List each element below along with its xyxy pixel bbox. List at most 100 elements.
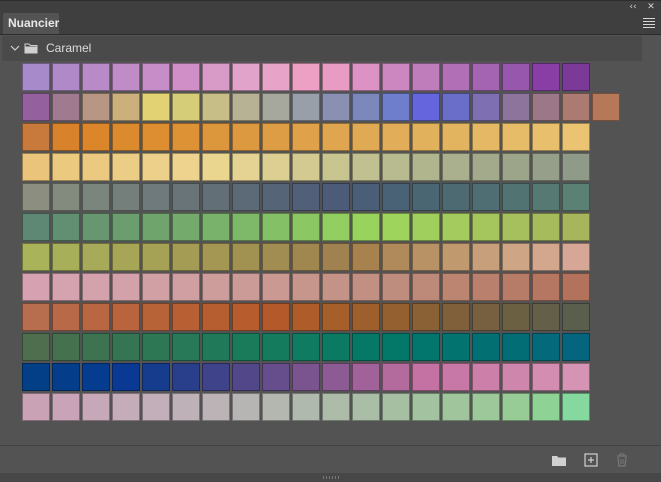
- color-swatch[interactable]: [232, 93, 260, 121]
- color-swatch[interactable]: [22, 93, 50, 121]
- color-swatch[interactable]: [442, 93, 470, 121]
- color-swatch[interactable]: [262, 213, 290, 241]
- color-swatch[interactable]: [322, 243, 350, 271]
- color-swatch[interactable]: [142, 63, 170, 91]
- color-swatch[interactable]: [112, 153, 140, 181]
- color-swatch[interactable]: [322, 153, 350, 181]
- color-swatch[interactable]: [412, 393, 440, 421]
- color-swatch[interactable]: [352, 213, 380, 241]
- resize-grip-icon[interactable]: [321, 474, 341, 480]
- color-swatch[interactable]: [382, 183, 410, 211]
- color-swatch[interactable]: [232, 363, 260, 391]
- color-swatch[interactable]: [502, 123, 530, 151]
- color-swatch[interactable]: [352, 333, 380, 361]
- color-swatch[interactable]: [292, 363, 320, 391]
- color-swatch[interactable]: [292, 393, 320, 421]
- color-swatch[interactable]: [112, 213, 140, 241]
- color-swatch[interactable]: [22, 153, 50, 181]
- color-swatch[interactable]: [442, 303, 470, 331]
- color-swatch[interactable]: [592, 93, 620, 121]
- color-swatch[interactable]: [412, 333, 440, 361]
- color-swatch[interactable]: [502, 93, 530, 121]
- color-swatch[interactable]: [22, 123, 50, 151]
- color-swatch[interactable]: [172, 183, 200, 211]
- color-swatch[interactable]: [352, 243, 380, 271]
- color-swatch[interactable]: [502, 63, 530, 91]
- double-chevron-left-icon[interactable]: ‹‹: [627, 1, 639, 13]
- color-swatch[interactable]: [172, 393, 200, 421]
- color-swatch[interactable]: [202, 363, 230, 391]
- color-swatch[interactable]: [142, 333, 170, 361]
- color-swatch[interactable]: [22, 333, 50, 361]
- color-swatch[interactable]: [202, 93, 230, 121]
- color-swatch[interactable]: [442, 153, 470, 181]
- color-swatch[interactable]: [472, 63, 500, 91]
- color-swatch[interactable]: [442, 393, 470, 421]
- color-swatch[interactable]: [352, 273, 380, 301]
- color-swatch[interactable]: [82, 63, 110, 91]
- color-swatch[interactable]: [142, 393, 170, 421]
- color-swatch[interactable]: [262, 243, 290, 271]
- color-swatch[interactable]: [52, 393, 80, 421]
- color-swatch[interactable]: [172, 123, 200, 151]
- color-swatch[interactable]: [562, 273, 590, 301]
- color-swatch[interactable]: [142, 123, 170, 151]
- color-swatch[interactable]: [562, 123, 590, 151]
- color-swatch[interactable]: [292, 333, 320, 361]
- color-swatch[interactable]: [532, 123, 560, 151]
- color-swatch[interactable]: [352, 123, 380, 151]
- add-square-icon[interactable]: [583, 452, 599, 468]
- color-swatch[interactable]: [532, 213, 560, 241]
- color-swatch[interactable]: [82, 363, 110, 391]
- color-swatch[interactable]: [82, 303, 110, 331]
- color-swatch[interactable]: [502, 303, 530, 331]
- color-swatch[interactable]: [532, 333, 560, 361]
- color-swatch[interactable]: [382, 303, 410, 331]
- color-swatch[interactable]: [502, 183, 530, 211]
- color-swatch[interactable]: [202, 183, 230, 211]
- color-swatch[interactable]: [562, 393, 590, 421]
- color-swatch[interactable]: [202, 333, 230, 361]
- color-swatch[interactable]: [52, 153, 80, 181]
- color-swatch[interactable]: [82, 153, 110, 181]
- color-swatch[interactable]: [352, 63, 380, 91]
- color-swatch[interactable]: [82, 243, 110, 271]
- color-swatch[interactable]: [292, 213, 320, 241]
- color-swatch[interactable]: [412, 183, 440, 211]
- chevron-down-icon[interactable]: [9, 42, 21, 54]
- color-swatch[interactable]: [22, 183, 50, 211]
- color-swatch[interactable]: [232, 393, 260, 421]
- color-swatch[interactable]: [172, 213, 200, 241]
- color-swatch[interactable]: [532, 153, 560, 181]
- color-swatch[interactable]: [562, 63, 590, 91]
- color-swatch[interactable]: [172, 243, 200, 271]
- color-swatch[interactable]: [232, 153, 260, 181]
- color-swatch[interactable]: [142, 93, 170, 121]
- color-swatch[interactable]: [22, 63, 50, 91]
- color-swatch[interactable]: [82, 123, 110, 151]
- color-swatch[interactable]: [232, 243, 260, 271]
- color-swatch[interactable]: [172, 333, 200, 361]
- color-swatch[interactable]: [292, 273, 320, 301]
- color-swatch[interactable]: [262, 273, 290, 301]
- color-swatch[interactable]: [382, 63, 410, 91]
- color-swatch[interactable]: [232, 63, 260, 91]
- color-swatch[interactable]: [382, 393, 410, 421]
- color-swatch[interactable]: [52, 123, 80, 151]
- color-swatch[interactable]: [322, 183, 350, 211]
- color-swatch[interactable]: [232, 273, 260, 301]
- color-swatch[interactable]: [82, 183, 110, 211]
- color-swatch[interactable]: [142, 363, 170, 391]
- color-swatch[interactable]: [262, 63, 290, 91]
- color-swatch[interactable]: [112, 123, 140, 151]
- color-swatch[interactable]: [292, 153, 320, 181]
- color-swatch[interactable]: [562, 243, 590, 271]
- swatch-group-header[interactable]: Caramel: [2, 36, 642, 61]
- color-swatch[interactable]: [202, 123, 230, 151]
- color-swatch[interactable]: [232, 183, 260, 211]
- color-swatch[interactable]: [172, 63, 200, 91]
- color-swatch[interactable]: [412, 273, 440, 301]
- color-swatch[interactable]: [352, 153, 380, 181]
- color-swatch[interactable]: [472, 273, 500, 301]
- color-swatch[interactable]: [172, 303, 200, 331]
